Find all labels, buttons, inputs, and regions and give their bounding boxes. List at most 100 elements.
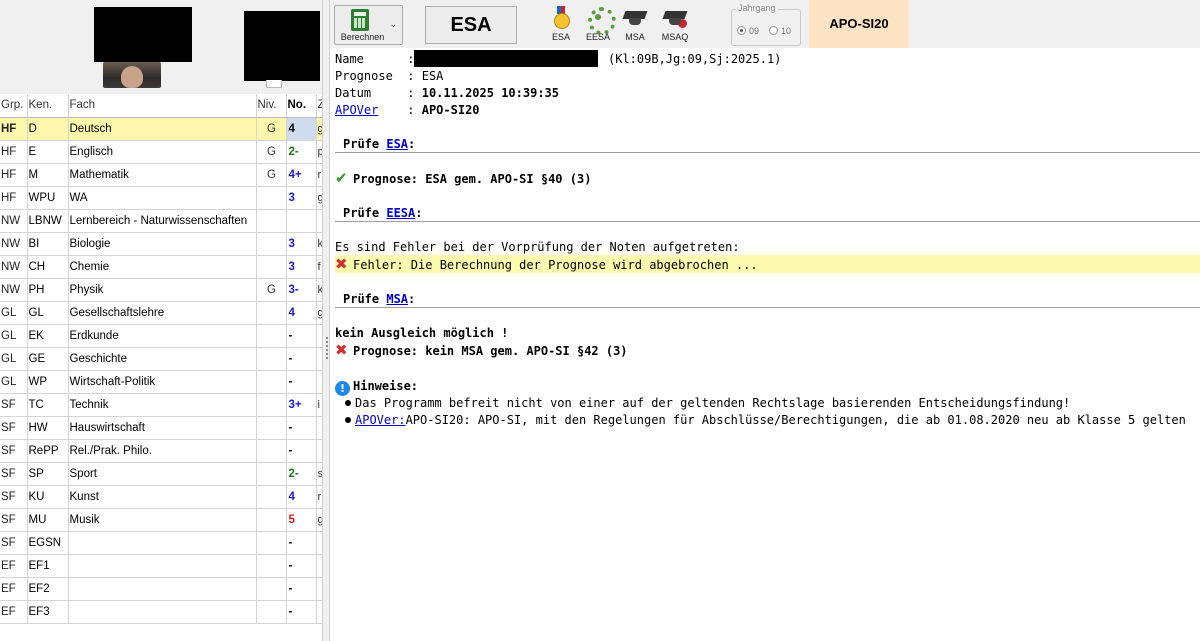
table-row[interactable]: GL EK Erdkunde - [0, 324, 322, 348]
table-row[interactable]: HFDDeutschG4g [0, 117, 322, 141]
cell-grade[interactable]: - [286, 577, 317, 601]
degree-button-msaq[interactable]: MSAQ [656, 4, 694, 46]
cell-grp: NW [0, 278, 28, 302]
photo-tab[interactable] [266, 80, 282, 88]
calculate-label: Berechnen [340, 32, 385, 42]
msa-link[interactable]: MSA [386, 292, 408, 306]
table-row[interactable]: NW LBNW Lernbereich - Naturwissenschaften [0, 209, 322, 233]
apover-hint-link[interactable]: APOVer: [355, 413, 406, 427]
table-row[interactable]: EF EF2 - [0, 577, 322, 601]
cell-fach [68, 600, 257, 624]
cell-fach: Hauswirtschaft [68, 416, 257, 440]
table-row[interactable]: NW CH Chemie 3 f [0, 255, 322, 279]
cell-grade[interactable]: - [286, 370, 317, 394]
cell-grp: NW [0, 232, 28, 256]
cell-grade[interactable]: 2- [286, 140, 317, 164]
eesa-link[interactable]: EESA [386, 206, 415, 220]
cell-grade[interactable]: 2- [286, 462, 317, 486]
cell-grp: EF [0, 554, 28, 578]
cell-grade[interactable]: 4 [286, 301, 317, 325]
cell-ken: KU [27, 485, 69, 509]
column-header-no[interactable]: No. [286, 94, 317, 118]
cell-grp: GL [0, 347, 28, 371]
cell-ken: RePP [27, 439, 69, 463]
cell-grade[interactable]: 3 [286, 232, 317, 256]
cell-niv: G [256, 140, 287, 164]
column-header-fach[interactable]: Fach [68, 94, 257, 118]
table-row[interactable]: HFEEnglischG2-p [0, 140, 322, 164]
degree-button-msa[interactable]: MSA [616, 4, 654, 46]
esa-link[interactable]: ESA [386, 137, 408, 151]
cell-fach: Wirtschaft-Politik [68, 370, 257, 394]
cell-ken: EF2 [27, 577, 69, 601]
cell-fach: Sport [68, 462, 257, 486]
cell-ken: E [27, 140, 69, 164]
table-row[interactable]: HF M Mathematik G 4+ r [0, 163, 322, 187]
jahrgang-radio-09[interactable]: 09 [737, 26, 759, 36]
cell-fach: Kunst [68, 485, 257, 509]
table-row[interactable]: EF EF1 - [0, 554, 322, 578]
prognosis-type-button[interactable]: ESA [425, 6, 517, 44]
cell-grade[interactable]: 3 [286, 186, 317, 210]
cell-ken: EK [27, 324, 69, 348]
pane-splitter[interactable] [322, 0, 330, 641]
table-row[interactable]: SF RePP Rel./Prak. Philo. - [0, 439, 322, 463]
table-row[interactable]: SFSPSport2-s [0, 462, 322, 486]
table-row[interactable]: EF EF3 - [0, 600, 322, 624]
cell-niv: G [256, 278, 287, 302]
column-header-grp[interactable]: Grp. [0, 94, 28, 118]
cell-grade[interactable]: - [286, 600, 317, 624]
table-row[interactable]: HFWPUWA3g [0, 186, 322, 210]
cell-grade[interactable]: - [286, 439, 317, 463]
error-icon: ✖ [335, 255, 348, 273]
cell-grade[interactable]: - [286, 416, 317, 440]
cell-grade[interactable]: - [286, 554, 317, 578]
table-row[interactable]: SFMUMusik5g [0, 508, 322, 532]
table-row[interactable]: SF EGSN - [0, 531, 322, 555]
table-row[interactable]: NWPHPhysikG3-k [0, 278, 322, 302]
column-header-ken[interactable]: Ken. [27, 94, 69, 118]
cell-fach: Rel./Prak. Philo. [68, 439, 257, 463]
cell-grade[interactable]: - [286, 531, 317, 555]
calculate-button[interactable]: ⌄ Berechnen [334, 5, 403, 45]
table-row[interactable]: GLGLGesellschaftslehre4g [0, 301, 322, 325]
cell-fach: Technik [68, 393, 257, 417]
cell-grp: GL [0, 324, 28, 348]
apover-link[interactable]: APOVer [335, 103, 378, 117]
table-row[interactable]: NWBIBiologie3k [0, 232, 322, 256]
cell-grade[interactable]: 3- [286, 278, 317, 302]
cell-grade[interactable]: 3+ [286, 393, 317, 417]
table-row[interactable]: SF TC Technik 3+ i [0, 393, 322, 417]
cell-grade[interactable] [286, 209, 317, 233]
table-row[interactable]: SF KU Kunst 4 r [0, 485, 322, 509]
cell-grade[interactable]: - [286, 347, 317, 371]
table-row[interactable]: SF HW Hauswirtschaft - [0, 416, 322, 440]
table-row[interactable]: GL GE Geschichte - [0, 347, 322, 371]
degree-label: MSA [625, 32, 645, 42]
splitter-grip[interactable] [326, 337, 328, 359]
degree-button-esa[interactable]: ESA [542, 4, 580, 46]
left-pane: Grp. Ken. Fach Niv. No. Z HFDDeutschG4gH… [0, 0, 322, 641]
cell-grade[interactable]: 4 [286, 485, 317, 509]
redacted-box [94, 7, 192, 62]
cell-grp: GL [0, 301, 28, 325]
cell-grade[interactable]: 4 [286, 117, 317, 141]
cell-grade[interactable]: 4+ [286, 163, 317, 187]
degree-label: MSAQ [661, 32, 689, 42]
cell-niv [256, 393, 287, 417]
cell-grade[interactable]: 5 [286, 508, 317, 532]
degree-button-eesa[interactable]: EESA [579, 4, 617, 46]
cell-ken: EF1 [27, 554, 69, 578]
cell-grade[interactable]: 3 [286, 255, 317, 279]
cell-fach: Physik [68, 278, 257, 302]
cell-niv [256, 186, 287, 210]
jahrgang-radio-10[interactable]: 10 [769, 26, 791, 36]
column-header-niv[interactable]: Niv. [256, 94, 287, 118]
table-row[interactable]: GL WP Wirtschaft-Politik - [0, 370, 322, 394]
cell-niv [256, 255, 287, 279]
photo-area [0, 0, 322, 94]
cell-ken: EGSN [27, 531, 69, 555]
cell-grade[interactable]: - [286, 324, 317, 348]
cell-grp: NW [0, 209, 28, 233]
chevron-down-icon[interactable]: ⌄ [389, 19, 397, 30]
